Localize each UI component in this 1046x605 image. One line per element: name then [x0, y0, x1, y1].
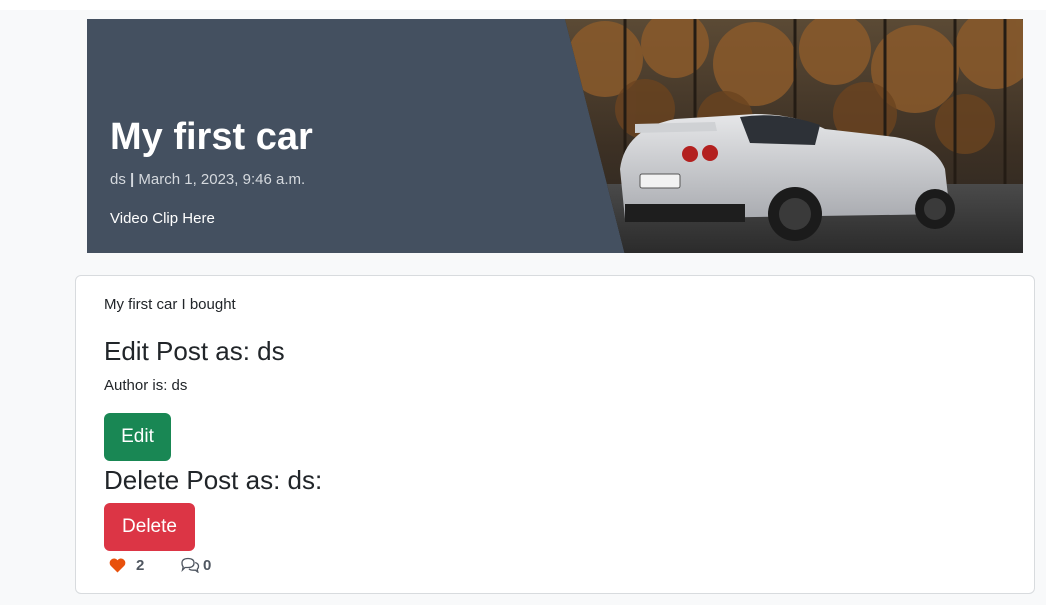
author-line: Author is: ds: [104, 377, 188, 394]
like-count: 2: [136, 556, 145, 574]
video-clip-placeholder: Video Clip Here: [110, 210, 215, 227]
car-hero-image: [565, 19, 1023, 253]
comment-section: 0: [180, 555, 211, 575]
post-content: My first car I bought: [104, 296, 236, 313]
top-strip: [0, 0, 1046, 10]
comment-count: 0: [203, 556, 212, 574]
meta-separator: |: [130, 171, 135, 188]
post-title: My first car: [110, 116, 313, 158]
car-photo-illustration: [565, 19, 1023, 253]
post-body-card: My first car I bought Edit Post as: ds A…: [75, 275, 1035, 594]
like-section: 2: [109, 555, 144, 575]
like-button[interactable]: [109, 558, 126, 573]
heart-icon: [109, 558, 126, 572]
edit-button[interactable]: Edit: [104, 413, 171, 461]
edit-post-heading: Edit Post as: ds: [104, 336, 285, 366]
comment-icon[interactable]: [180, 557, 200, 573]
delete-post-heading: Delete Post as: ds:: [104, 465, 323, 495]
post-date: March 1, 2023, 9:46 a.m.: [138, 171, 306, 188]
post-meta: ds | March 1, 2023, 9:46 a.m.: [110, 170, 305, 190]
post-author: ds: [110, 171, 126, 188]
post-masthead: My first car ds | March 1, 2023, 9:46 a.…: [87, 19, 1023, 253]
delete-button[interactable]: Delete: [104, 503, 195, 551]
